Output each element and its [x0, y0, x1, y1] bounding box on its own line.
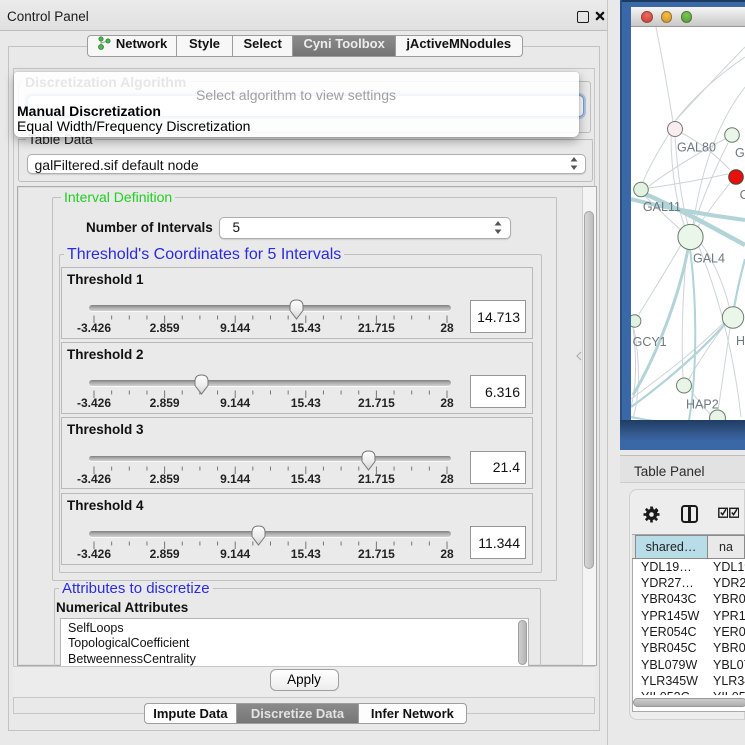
svg-text:CA: CA — [740, 188, 745, 202]
svg-text:GAL: GAL — [735, 146, 745, 160]
svg-text:GAL11: GAL11 — [643, 200, 681, 214]
svg-text:HI: HI — [736, 334, 745, 348]
svg-text:HAP2: HAP2 — [686, 398, 719, 412]
svg-text:GAL4: GAL4 — [693, 252, 725, 266]
svg-text:GCY1: GCY1 — [633, 335, 667, 349]
svg-text:GAL80: GAL80 — [677, 141, 716, 155]
